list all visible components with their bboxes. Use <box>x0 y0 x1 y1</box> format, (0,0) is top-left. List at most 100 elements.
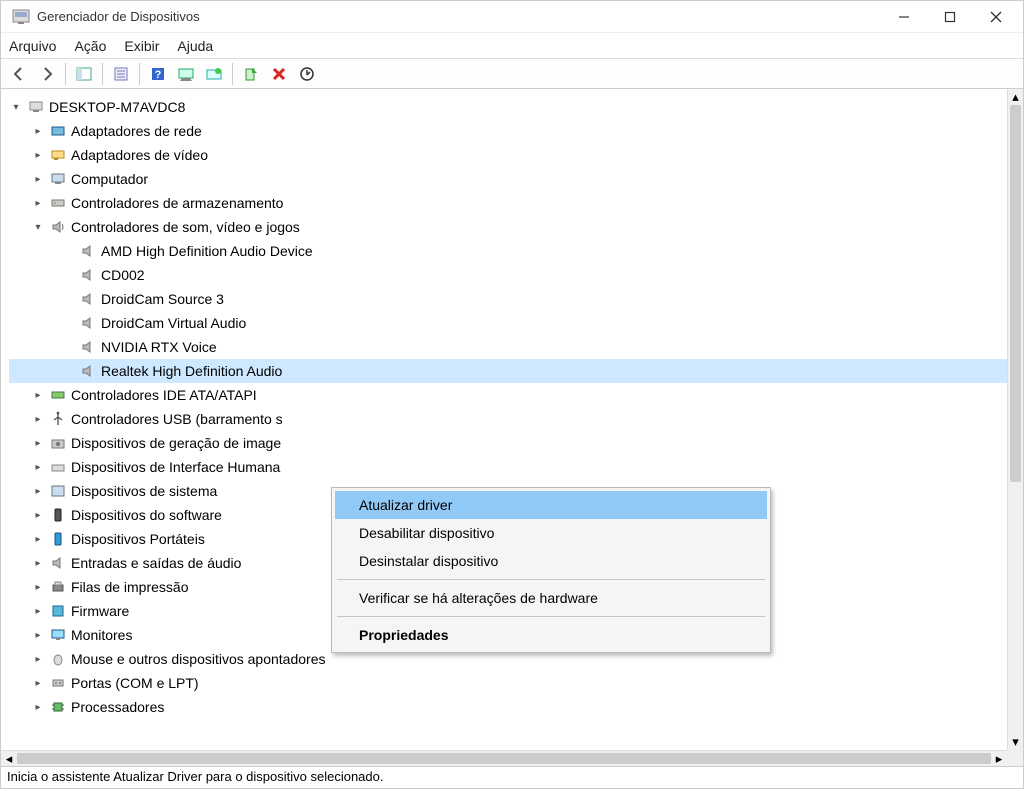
tree-item-processors[interactable]: ▸ Processadores <box>9 695 1007 719</box>
scrollbar-track[interactable] <box>17 751 991 766</box>
minimize-button[interactable] <box>881 2 927 32</box>
chevron-right-icon[interactable]: ▸ <box>31 462 45 473</box>
tree-item-droidcam-virtual-audio[interactable]: DroidCam Virtual Audio <box>9 311 1007 335</box>
tree-item-label: DroidCam Virtual Audio <box>101 315 246 331</box>
context-menu-uninstall-device[interactable]: Desinstalar dispositivo <box>335 547 767 575</box>
scan-hardware-button[interactable] <box>174 62 198 86</box>
chevron-right-icon[interactable]: ▸ <box>31 534 45 545</box>
tree-item-usb-controllers[interactable]: ▸ Controladores USB (barramento s <box>9 407 1007 431</box>
tree-item-nvidia-rtx-voice[interactable]: NVIDIA RTX Voice <box>9 335 1007 359</box>
menubar: Arquivo Ação Exibir Ajuda <box>1 33 1023 59</box>
menu-view[interactable]: Exibir <box>124 38 159 54</box>
tree-item-label: Adaptadores de vídeo <box>71 147 208 163</box>
speaker-icon <box>49 218 67 236</box>
tree-item-droidcam-source[interactable]: DroidCam Source 3 <box>9 287 1007 311</box>
scroll-right-arrow-icon[interactable]: ▸ <box>991 751 1007 766</box>
computer-icon <box>27 98 45 116</box>
tree-item-sound-controllers[interactable]: ▾ Controladores de som, vídeo e jogos <box>9 215 1007 239</box>
scrollbar-thumb[interactable] <box>17 753 991 764</box>
chevron-down-icon[interactable]: ▾ <box>31 222 45 233</box>
scrollbar-track[interactable] <box>1008 105 1023 734</box>
tree-item-label: Dispositivos de sistema <box>71 483 217 499</box>
chevron-right-icon[interactable]: ▸ <box>31 438 45 449</box>
tree-item-label: Adaptadores de rede <box>71 123 202 139</box>
tree-root[interactable]: ▾ DESKTOP-M7AVDC8 <box>9 95 1007 119</box>
tree-item-label: Monitores <box>71 627 132 643</box>
tree-item-network-adapters[interactable]: ▸ Adaptadores de rede <box>9 119 1007 143</box>
chevron-right-icon[interactable]: ▸ <box>31 510 45 521</box>
tree-item-label: Controladores IDE ATA/ATAPI <box>71 387 257 403</box>
camera-icon <box>49 434 67 452</box>
scroll-up-arrow-icon[interactable]: ▴ <box>1008 89 1023 105</box>
menu-file[interactable]: Arquivo <box>9 38 56 54</box>
chevron-right-icon[interactable]: ▸ <box>31 702 45 713</box>
chevron-right-icon[interactable]: ▸ <box>31 126 45 137</box>
processor-icon <box>49 698 67 716</box>
scroll-down-arrow-icon[interactable]: ▾ <box>1008 734 1023 750</box>
tree-item-label: Firmware <box>71 603 129 619</box>
context-menu-properties[interactable]: Propriedades <box>335 621 767 649</box>
tree-item-storage-controllers[interactable]: ▸ Controladores de armazenamento <box>9 191 1007 215</box>
tree-item-amd-audio[interactable]: AMD High Definition Audio Device <box>9 239 1007 263</box>
tree-item-label: DroidCam Source 3 <box>101 291 224 307</box>
scroll-left-arrow-icon[interactable]: ◂ <box>1 751 17 766</box>
menu-help[interactable]: Ajuda <box>177 38 213 54</box>
horizontal-scrollbar[interactable]: ◂ ▸ <box>1 750 1007 766</box>
context-menu-update-driver[interactable]: Atualizar driver <box>335 491 767 519</box>
chevron-right-icon[interactable]: ▸ <box>31 486 45 497</box>
uninstall-device-button[interactable] <box>295 62 319 86</box>
svg-text:?: ? <box>155 69 162 81</box>
tree-item-label: Controladores de armazenamento <box>71 195 283 211</box>
vertical-scrollbar[interactable]: ▴ ▾ <box>1007 89 1023 750</box>
tree-item-imaging-devices[interactable]: ▸ Dispositivos de geração de image <box>9 431 1007 455</box>
tree-item-computer[interactable]: ▸ Computador <box>9 167 1007 191</box>
speaker-icon <box>79 290 97 308</box>
show-hide-console-button[interactable] <box>72 62 96 86</box>
context-menu-separator <box>337 616 765 617</box>
chevron-right-icon[interactable]: ▸ <box>31 582 45 593</box>
tree-item-ports[interactable]: ▸ Portas (COM e LPT) <box>9 671 1007 695</box>
chevron-right-icon[interactable]: ▸ <box>31 174 45 185</box>
update-driver-button[interactable] <box>202 62 226 86</box>
properties-button[interactable] <box>109 62 133 86</box>
chevron-right-icon[interactable]: ▸ <box>31 390 45 401</box>
tree-item-label: Entradas e saídas de áudio <box>71 555 241 571</box>
help-button[interactable]: ? <box>146 62 170 86</box>
maximize-button[interactable] <box>927 2 973 32</box>
chevron-right-icon[interactable]: ▸ <box>31 606 45 617</box>
tree-item-hid[interactable]: ▸ Dispositivos de Interface Humana <box>9 455 1007 479</box>
context-menu-disable-device[interactable]: Desabilitar dispositivo <box>335 519 767 547</box>
chevron-right-icon[interactable]: ▸ <box>31 630 45 641</box>
tree-item-realtek-audio[interactable]: Realtek High Definition Audio <box>9 359 1007 383</box>
back-button[interactable] <box>7 62 31 86</box>
context-menu-item-label: Desabilitar dispositivo <box>359 525 494 541</box>
tree-item-label: Dispositivos de Interface Humana <box>71 459 280 475</box>
chevron-right-icon[interactable]: ▸ <box>31 654 45 665</box>
chevron-right-icon[interactable]: ▸ <box>31 414 45 425</box>
chevron-right-icon[interactable]: ▸ <box>31 678 45 689</box>
tree-item-label: Dispositivos Portáteis <box>71 531 205 547</box>
tree-item-display-adapters[interactable]: ▸ Adaptadores de vídeo <box>9 143 1007 167</box>
computer-icon <box>49 170 67 188</box>
forward-button[interactable] <box>35 62 59 86</box>
menu-action[interactable]: Ação <box>74 38 106 54</box>
scrollbar-thumb[interactable] <box>1010 105 1021 482</box>
context-menu-item-label: Atualizar driver <box>359 497 452 513</box>
toolbar-separator <box>65 63 66 85</box>
chevron-right-icon[interactable]: ▸ <box>31 198 45 209</box>
toolbar-separator <box>139 63 140 85</box>
status-bar-text: Inicia o assistente Atualizar Driver par… <box>7 769 383 784</box>
close-button[interactable] <box>973 2 1019 32</box>
tree-item-ide-controllers[interactable]: ▸ Controladores IDE ATA/ATAPI <box>9 383 1007 407</box>
chevron-right-icon[interactable]: ▸ <box>31 558 45 569</box>
context-menu-scan-hardware[interactable]: Verificar se há alterações de hardware <box>335 584 767 612</box>
speaker-icon <box>79 266 97 284</box>
port-icon <box>49 674 67 692</box>
window-controls <box>881 2 1019 32</box>
tree-item-cd002[interactable]: CD002 <box>9 263 1007 287</box>
chevron-right-icon[interactable]: ▸ <box>31 150 45 161</box>
chevron-down-icon[interactable]: ▾ <box>9 102 23 113</box>
tree-item-label: Dispositivos do software <box>71 507 222 523</box>
enable-device-button[interactable] <box>239 62 263 86</box>
disable-device-button[interactable] <box>267 62 291 86</box>
